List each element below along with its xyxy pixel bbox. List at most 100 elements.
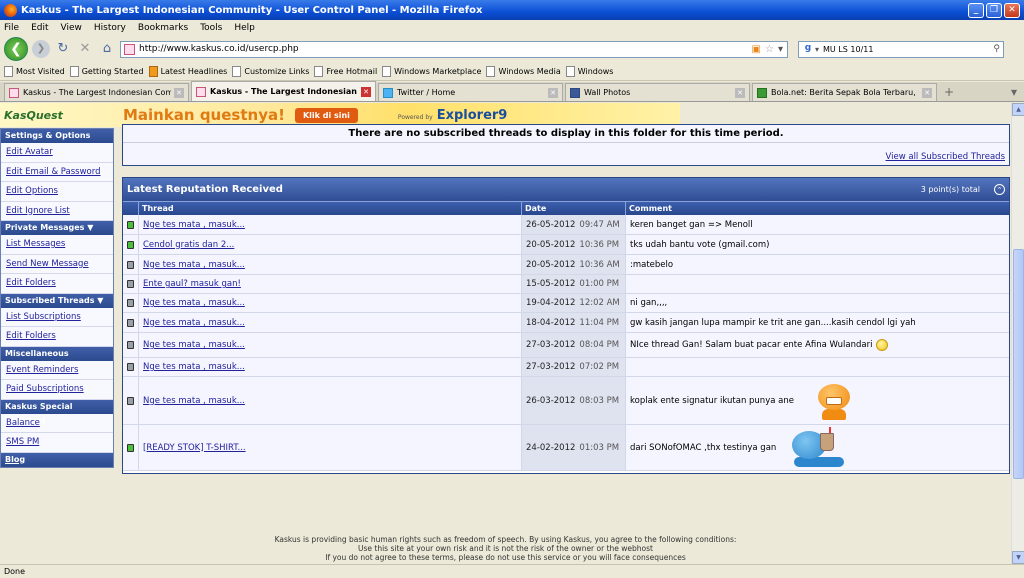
scrollbar-thumb[interactable] — [1013, 249, 1024, 479]
rss-feed-icon[interactable]: ▣ — [752, 44, 761, 55]
view-all-subscribed-link[interactable]: View all Subscribed Threads — [885, 152, 1005, 162]
date-value: 20-05-2012 — [526, 239, 576, 250]
sidebar-item-paid-subscriptions[interactable]: Paid Subscriptions — [1, 380, 113, 400]
thread-link[interactable]: [READY STOK] T-SHIRT... — [143, 443, 246, 453]
tab-close-icon[interactable]: ✕ — [735, 87, 745, 98]
sidebar-item-edit-options[interactable]: Edit Options — [1, 182, 113, 202]
tab-close-icon[interactable]: ✕ — [548, 87, 558, 98]
address-bar[interactable]: http://www.kaskus.co.id/usercp.php ▣ ☆ ▾ — [120, 40, 788, 58]
banner-click-button[interactable]: Klik di sini — [294, 107, 358, 123]
menu-tools[interactable]: Tools — [200, 23, 222, 33]
bookmark-latest-headlines[interactable]: Latest Headlines — [148, 66, 227, 77]
search-box[interactable]: g ▾ ⚲ — [798, 40, 1004, 58]
sidebar-item-list-subscriptions[interactable]: List Subscriptions — [1, 307, 113, 327]
url-text[interactable]: http://www.kaskus.co.id/usercp.php — [139, 44, 752, 54]
reputation-panel: Latest Reputation Received 3 point(s) to… — [122, 177, 1010, 474]
google-search-engine-icon[interactable]: g — [801, 43, 815, 55]
back-button[interactable]: ❮ — [4, 37, 28, 61]
footer-line-1: Kaskus is providing basic human rights s… — [274, 535, 737, 544]
date-cell: 15-05-2012 01:00 PM — [522, 275, 626, 293]
bookmark-most-visited[interactable]: Most Visited — [4, 66, 65, 77]
scroll-down-arrow-icon[interactable]: ▼ — [1012, 551, 1024, 564]
tab-kaskus-1[interactable]: Kaskus - The Largest Indonesian Comm...✕ — [4, 83, 189, 101]
menu-bookmarks[interactable]: Bookmarks — [138, 23, 188, 33]
sidebar-heading-private-messages[interactable]: Private Messages ▼ — [1, 221, 113, 235]
minimize-button[interactable]: _ — [968, 2, 984, 18]
tab-twitter[interactable]: Twitter / Home ✕ — [378, 83, 563, 101]
sidebar-item-event-reminders[interactable]: Event Reminders — [1, 360, 113, 380]
status-indicator-icon — [127, 318, 134, 327]
site-favicon-icon — [124, 43, 135, 55]
sidebar-item-edit-folders-pm[interactable]: Edit Folders — [1, 274, 113, 294]
status-indicator-icon — [127, 363, 134, 371]
bookmark-windows-marketplace[interactable]: Windows Marketplace — [382, 66, 481, 77]
date-value: 19-04-2012 — [526, 298, 576, 308]
sidebar-item-edit-email-password[interactable]: Edit Email & Password — [1, 162, 113, 182]
home-icon[interactable]: ⌂ — [98, 40, 116, 58]
menu-history[interactable]: History — [94, 23, 126, 33]
sidebar-item-edit-folders-subs[interactable]: Edit Folders — [1, 327, 113, 347]
maximize-button[interactable]: ❐ — [986, 2, 1002, 18]
thread-link[interactable]: Nge tes mata , masuk... — [143, 318, 245, 328]
sidebar-heading-blog[interactable]: Blog — [1, 452, 113, 467]
bookmark-free-hotmail[interactable]: Free Hotmail — [314, 66, 377, 77]
tab-close-icon[interactable]: ✕ — [922, 87, 932, 98]
bookmark-customize-links[interactable]: Customize Links — [232, 66, 309, 77]
close-button[interactable]: ✕ — [1004, 2, 1020, 18]
smiley-emoticon-icon — [876, 339, 889, 351]
forward-button[interactable]: ❯ — [32, 40, 50, 58]
time-value: 10:36 PM — [579, 239, 620, 250]
thread-link[interactable]: Nge tes mata , masuk... — [143, 298, 245, 308]
page-content: KasQuest Mainkan questnya! Klik di sini … — [0, 103, 1011, 564]
sidebar-item-edit-ignore-list[interactable]: Edit Ignore List — [1, 201, 113, 221]
sidebar-heading-subscribed-threads[interactable]: Subscribed Threads ▼ — [1, 293, 113, 308]
scroll-up-arrow-icon[interactable]: ▲ — [1012, 103, 1024, 116]
sidebar-item-edit-avatar[interactable]: Edit Avatar — [1, 143, 113, 163]
tab-bola-net[interactable]: Bola.net: Berita Sepak Bola Terbaru, Li.… — [752, 83, 937, 101]
page-scrollbar[interactable]: ▲ ▼ — [1011, 103, 1024, 564]
sidebar-item-sms-pm[interactable]: SMS PM — [1, 433, 113, 453]
thread-link[interactable]: Nge tes mata , masuk... — [143, 396, 245, 406]
tab-kaskus-active[interactable]: Kaskus - The Largest Indonesian ... ✕ — [191, 81, 376, 101]
bookmark-star-icon[interactable]: ☆ — [765, 44, 774, 55]
search-engine-dropdown-icon[interactable]: ▾ — [815, 45, 819, 54]
sidebar-item-balance[interactable]: Balance — [1, 413, 113, 433]
status-cell — [123, 377, 139, 424]
sidebar-item-list-messages[interactable]: List Messages — [1, 235, 113, 255]
date-cell: 26-03-2012 08:03 PM — [522, 377, 626, 424]
time-value: 08:03 PM — [579, 395, 620, 406]
sidebar-item-send-new-message[interactable]: Send New Message — [1, 254, 113, 274]
new-tab-plus-icon[interactable]: + — [939, 83, 959, 101]
comment-cell: ni gan,,,, — [626, 294, 1009, 312]
search-magnifier-icon[interactable]: ⚲ — [993, 44, 1003, 54]
menu-file[interactable]: File — [4, 23, 19, 33]
menu-edit[interactable]: Edit — [31, 23, 48, 33]
tab-list-dropdown-icon[interactable]: ▾ — [1004, 83, 1024, 101]
thread-link[interactable]: Nge tes mata , masuk... — [143, 220, 245, 230]
reload-icon[interactable]: ↻ — [54, 40, 72, 58]
bookmark-getting-started[interactable]: Getting Started — [69, 66, 144, 77]
ie9-promo: Powered by Explorer9 — [398, 108, 507, 123]
thread-link[interactable]: Nge tes mata , masuk... — [143, 340, 245, 350]
tab-close-icon[interactable]: ✕ — [361, 86, 371, 97]
search-input[interactable] — [823, 44, 994, 54]
collapse-icon[interactable]: ⌃ — [994, 184, 1005, 195]
stop-icon[interactable]: ✕ — [76, 40, 94, 58]
reputation-title: Latest Reputation Received — [127, 184, 283, 195]
thread-link[interactable]: Ente gaul? masuk gan! — [143, 279, 241, 289]
dropdown-chevron-icon[interactable]: ▾ — [778, 44, 783, 55]
thread-link[interactable]: Cendol gratis dan 2... — [143, 240, 234, 250]
firefox-logo-icon — [4, 3, 17, 17]
table-row: Nge tes mata , masuk... 26-05-2012 09:47 A… — [123, 215, 1009, 235]
tab-close-icon[interactable]: ✕ — [174, 87, 184, 98]
bookmark-windows[interactable]: Windows — [565, 66, 613, 77]
thread-cell: Nge tes mata , masuk... — [139, 333, 522, 357]
tab-wall-photos[interactable]: Wall Photos ✕ — [565, 83, 750, 101]
thread-link[interactable]: Nge tes mata , masuk... — [143, 260, 245, 270]
bookmark-windows-media[interactable]: Windows Media — [486, 66, 561, 77]
thread-link[interactable]: Nge tes mata , masuk... — [143, 362, 245, 372]
time-value: 12:02 AM — [579, 298, 620, 308]
menu-view[interactable]: View — [61, 23, 82, 33]
date-value: 24-02-2012 — [526, 442, 576, 453]
menu-help[interactable]: Help — [234, 23, 255, 33]
